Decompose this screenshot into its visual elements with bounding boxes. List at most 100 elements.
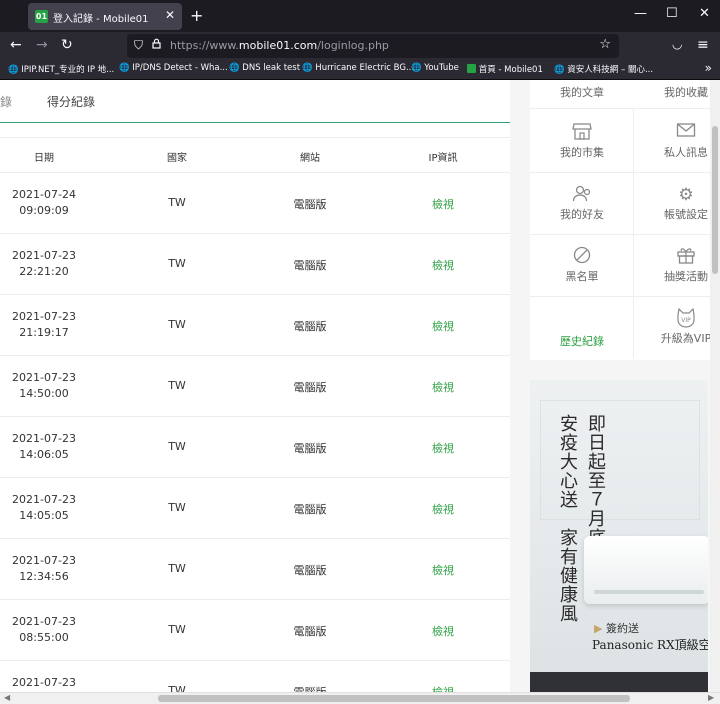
view-ip-link[interactable]: 檢視 (432, 440, 454, 456)
table-row: 2021-07-23 12:34:56 TW 電腦版 檢視 (0, 539, 510, 600)
bookmark-he-bgp[interactable]: 🌐 Hurricane Electric BG... (302, 63, 414, 73)
view-ip-link[interactable]: 檢視 (432, 562, 454, 578)
minimize-button[interactable]: — (634, 6, 647, 21)
date-cell: 2021-07-23 14:50:00 (12, 371, 76, 400)
site-cell: 電腦版 (293, 625, 327, 638)
menu-my-friends[interactable]: 我的好友 (530, 184, 634, 222)
menu-lottery[interactable]: 抽獎活動 (634, 246, 720, 284)
bookmark-mobile01[interactable]: 首頁 - Mobile01 (467, 63, 543, 75)
close-window-button[interactable]: ✕ (699, 6, 710, 21)
mobile01-icon (467, 64, 476, 73)
site-cell: 電腦版 (293, 442, 327, 455)
country-cell: TW (168, 623, 186, 636)
envelope-icon (634, 122, 720, 144)
site-cell: 電腦版 (293, 198, 327, 211)
menu-icon[interactable]: ≡ (697, 37, 709, 53)
table-row: 2021-07-24 09:09:09 TW 電腦版 檢視 (0, 173, 510, 234)
browser-navbar: ← → ↻ ⛉ https://www.mobile01.com/loginlo… (0, 32, 720, 60)
menu-divider (530, 108, 720, 109)
menu-divider (530, 234, 720, 235)
date-cell: 2021-07-23 14:05:05 (12, 493, 76, 522)
login-log-panel: 錄 得分紀錄 日期 國家 網站 IP資訊 2021-07-24 09:09:09 … (0, 80, 510, 699)
horizontal-scrollbar[interactable]: ◀ ▶ (0, 692, 720, 704)
browser-tab[interactable]: 01 登入記錄 - Mobile01 ✕ (28, 3, 182, 30)
member-menu: 我的文章 我的收藏 我的市集 私人訊息 我的好友 ⚙ 帳號設定 黑名單 抽獎活動… (530, 80, 720, 360)
menu-my-market[interactable]: 我的市集 (530, 122, 634, 160)
ad-headline-promo: 即日起至７月底 (585, 414, 606, 547)
record-tabs: 錄 得分紀錄 (0, 80, 510, 123)
view-ip-link[interactable]: 檢視 (432, 623, 454, 639)
country-cell: TW (168, 318, 186, 331)
country-cell: TW (168, 501, 186, 514)
country-cell: TW (168, 257, 186, 270)
maximize-button[interactable]: ☐ (666, 6, 678, 21)
table-row: 2021-07-23 21:19:17 TW 電腦版 檢視 (0, 295, 510, 356)
mobile01-favicon-icon: 01 (35, 10, 48, 23)
view-ip-link[interactable]: 檢視 (432, 501, 454, 517)
bookmark-dnsleak[interactable]: 🌐 DNS leak test (229, 63, 300, 73)
date-cell: 2021-07-23 14:06:05 (12, 432, 76, 461)
new-tab-button[interactable]: + (190, 6, 203, 25)
date-cell: 2021-07-23 21:19:17 (12, 310, 76, 339)
bookmark-ipdns[interactable]: 🌐 IP/DNS Detect - Wha... (119, 63, 228, 73)
ad-footer-strip (530, 672, 708, 692)
browser-titlebar: 01 登入記錄 - Mobile01 ✕ + — ☐ ✕ (0, 0, 720, 32)
block-icon (530, 246, 634, 268)
country-cell: TW (168, 562, 186, 575)
site-cell: 電腦版 (293, 381, 327, 394)
scroll-right-icon[interactable]: ▶ (708, 693, 714, 702)
bookmark-youtube[interactable]: 🌐 YouTube (411, 63, 459, 73)
tab-score-record[interactable]: 得分紀錄 (47, 93, 95, 110)
site-cell: 電腦版 (293, 503, 327, 516)
horizontal-scroll-thumb[interactable] (158, 695, 630, 702)
bookmark-ipip[interactable]: 🌐 IPIP.NET_专业的 IP 地... (8, 63, 114, 75)
menu-upgrade-vip[interactable]: VIP 升級為VIP (634, 307, 720, 346)
menu-divider (530, 172, 720, 173)
site-cell: 電腦版 (293, 259, 327, 272)
view-ip-link[interactable]: 檢視 (432, 196, 454, 212)
header-site: 網站 (300, 153, 320, 164)
url-text[interactable]: https://www.mobile01.com/loginlog.php (170, 39, 389, 52)
vertical-scrollbar[interactable] (710, 80, 720, 692)
ad-headline-main: 安疫大心送 家有健康風 (557, 414, 578, 623)
scroll-left-icon[interactable]: ◀ (4, 693, 10, 702)
header-ip: IP資訊 (428, 153, 458, 164)
bookmarks-bar: 🌐 IPIP.NET_专业的 IP 地... 🌐 IP/DNS Detect -… (0, 60, 720, 80)
header-date: 日期 (34, 153, 54, 164)
bookmarks-overflow-icon[interactable]: » (705, 61, 712, 75)
view-ip-link[interactable]: 檢視 (432, 318, 454, 334)
close-tab-icon[interactable]: ✕ (165, 8, 175, 22)
country-cell: TW (168, 379, 186, 392)
reload-button[interactable]: ↻ (61, 37, 73, 53)
table-row: 2021-07-23 08:55:00 TW 電腦版 檢視 (0, 600, 510, 661)
shield-icon[interactable]: ⛉ (134, 38, 143, 53)
lock-icon[interactable] (152, 38, 161, 52)
menu-account-settings[interactable]: ⚙ 帳號設定 (634, 184, 720, 222)
friends-icon (530, 184, 634, 206)
header-country: 國家 (167, 153, 187, 164)
country-cell: TW (168, 196, 186, 209)
ad-subtitle: ▶ 簽約送 (594, 622, 639, 635)
menu-my-favorites[interactable]: 我的收藏 (634, 84, 720, 100)
vertical-scroll-thumb[interactable] (712, 126, 718, 274)
pocket-icon[interactable]: ◡ (672, 37, 682, 51)
bookmark-star-icon[interactable]: ☆ (599, 37, 611, 52)
bookmark-isecurity[interactable]: 🌐 資安人科技網 – 關心... (554, 63, 653, 75)
tab-login-record[interactable]: 錄 (0, 93, 12, 110)
menu-private-messages[interactable]: 私人訊息 (634, 122, 720, 160)
member-sidebar: 我的文章 我的收藏 我的市集 私人訊息 我的好友 ⚙ 帳號設定 黑名單 抽獎活動… (530, 80, 720, 692)
page-content: 錄 得分紀錄 日期 國家 網站 IP資訊 2021-07-24 09:09:09 … (0, 80, 720, 704)
menu-my-articles[interactable]: 我的文章 (530, 84, 634, 100)
url-bar[interactable]: ⛉ https://www.mobile01.com/loginlog.php … (127, 34, 619, 58)
menu-history[interactable]: 歷史紀錄 (530, 333, 634, 349)
forward-button[interactable]: → (36, 37, 48, 53)
date-cell: 2021-07-24 09:09:09 (12, 188, 76, 217)
date-cell: 2021-07-23 22:21:20 (12, 249, 76, 278)
panasonic-ad-banner[interactable]: 即日起至７月底 安疫大心送 家有健康風 ▶ 簽約送 Panasonic RX頂級… (530, 380, 708, 692)
view-ip-link[interactable]: 檢視 (432, 379, 454, 395)
view-ip-link[interactable]: 檢視 (432, 257, 454, 273)
menu-blacklist[interactable]: 黑名單 (530, 246, 634, 284)
back-button[interactable]: ← (10, 37, 22, 53)
svg-text:VIP: VIP (681, 317, 691, 324)
table-row: 2021-07-23 14:05:05 TW 電腦版 檢視 (0, 478, 510, 539)
